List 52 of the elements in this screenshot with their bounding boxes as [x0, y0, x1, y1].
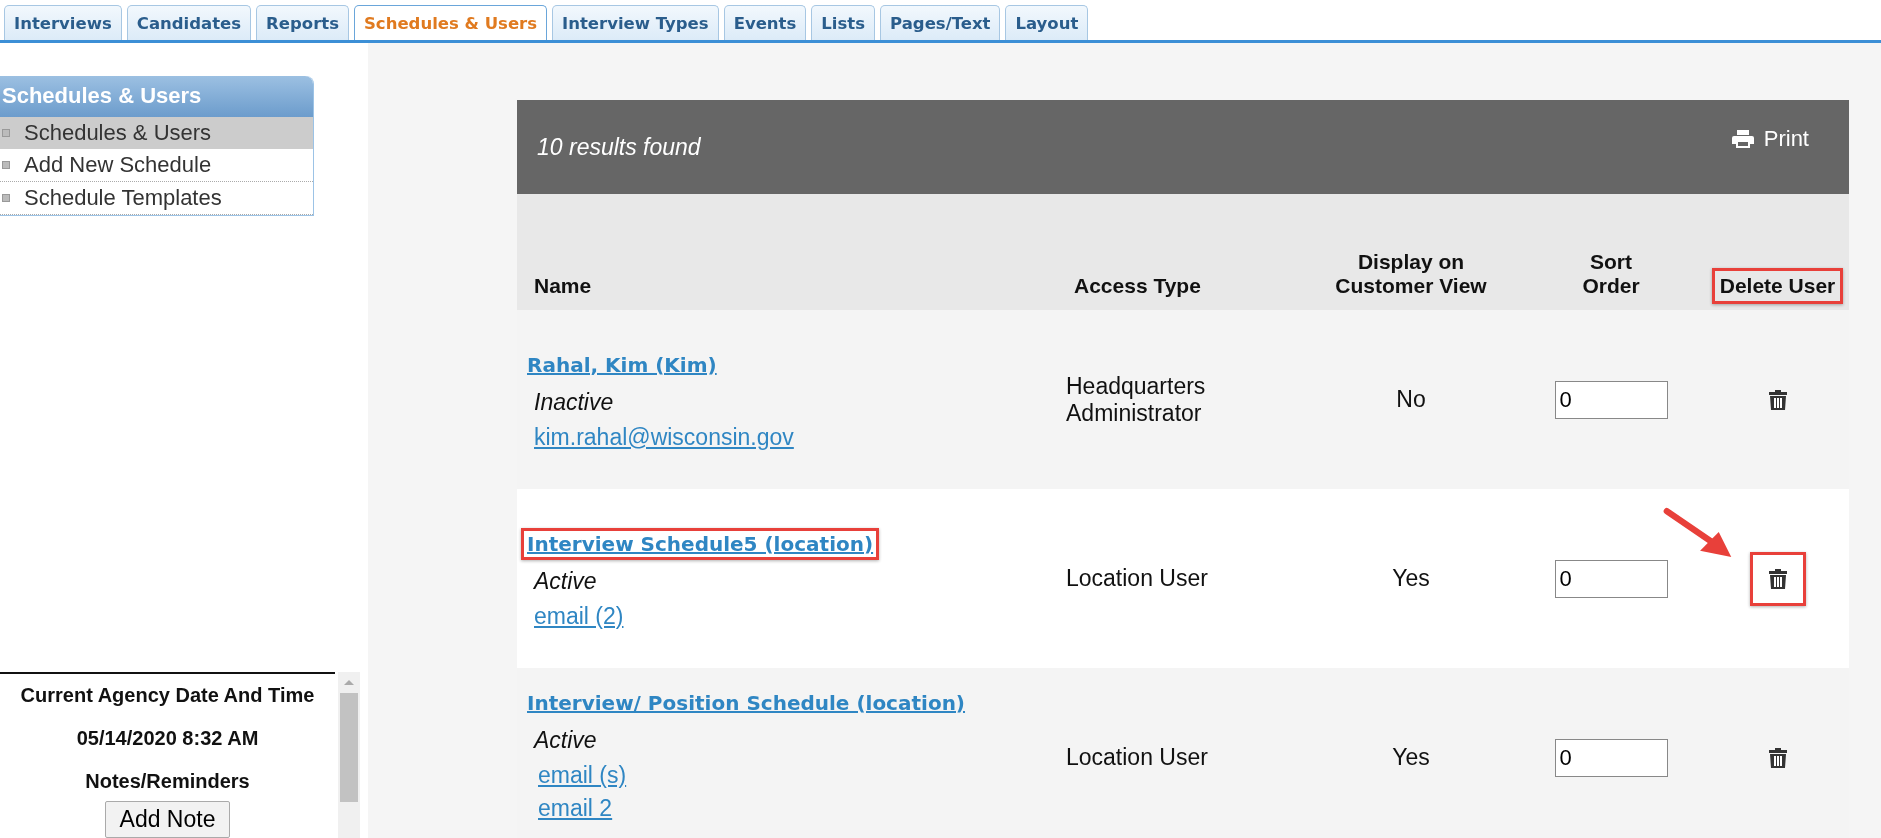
name-link[interactable]: Interview Schedule5 (location): [521, 527, 880, 560]
table-cell: Location User: [1066, 744, 1208, 771]
print-link[interactable]: Print: [1731, 126, 1809, 152]
name-link[interactable]: Interview/ Position Schedule (location): [521, 687, 971, 719]
tab[interactable]: Events: [723, 5, 807, 40]
sidebar-item[interactable]: Add New Schedule: [0, 149, 313, 182]
column-header: Delete User: [1711, 268, 1844, 304]
status-text: Active: [534, 727, 597, 754]
email-link[interactable]: email 2: [538, 795, 613, 822]
sidebar-item[interactable]: Schedule Templates: [0, 182, 313, 215]
table-cell: Yes: [1392, 565, 1430, 592]
sidebar-title: Schedules & Users: [0, 76, 313, 117]
column-header: Name: [533, 273, 593, 299]
scrollbar[interactable]: [338, 672, 360, 838]
tab[interactable]: Lists: [811, 5, 876, 40]
tab[interactable]: Pages/Text: [880, 5, 1001, 40]
email-link[interactable]: kim.rahal@wisconsin.gov: [534, 423, 794, 451]
tab[interactable]: Interview Types: [552, 5, 719, 40]
bullet-icon: [2, 129, 10, 137]
scrollbar-thumb[interactable]: [340, 693, 358, 802]
bullet-icon: [2, 194, 10, 202]
table-cell: No: [1396, 386, 1426, 413]
notes-heading: Notes/Reminders: [85, 770, 250, 794]
tab[interactable]: Reports: [256, 5, 349, 40]
trash-icon: [1768, 389, 1787, 410]
trash-icon: [1768, 568, 1787, 589]
bullet-icon: [2, 161, 10, 169]
trash-icon: [1768, 747, 1787, 768]
printer-icon: [1731, 130, 1754, 148]
name-link[interactable]: Rahal, Kim (Kim): [521, 348, 723, 381]
tab[interactable]: Candidates: [126, 5, 252, 40]
table-cell: Location User: [1066, 565, 1208, 592]
status-text: Active: [534, 567, 597, 595]
sort-order-field[interactable]: 0: [1554, 738, 1668, 777]
email-link[interactable]: email (s): [538, 762, 627, 789]
column-header: Display on Customer View: [1334, 249, 1488, 299]
tab[interactable]: Interviews: [4, 5, 122, 40]
sidebar-item[interactable]: Schedules & Users: [0, 117, 313, 149]
info-heading: Current Agency Date And Time: [20, 684, 315, 708]
results-count: 10 results found: [537, 134, 701, 161]
sort-order-field[interactable]: 0: [1554, 380, 1668, 419]
table-cell: Yes: [1392, 744, 1430, 771]
column-header: Access Type: [1073, 273, 1202, 299]
table-cell-text: Headquarters Administrator: [1066, 372, 1207, 427]
tab[interactable]: Layout: [1005, 5, 1089, 40]
status-text: Inactive: [534, 388, 614, 416]
sort-order-field[interactable]: 0: [1554, 559, 1668, 598]
date-time: 05/14/2020 8:32 AM: [76, 727, 259, 751]
email-link[interactable]: email (2): [534, 602, 624, 630]
delete-button[interactable]: [1749, 551, 1806, 606]
column-header: Sort Order: [1581, 249, 1641, 299]
add-note-button[interactable]: Add Note: [104, 801, 231, 838]
